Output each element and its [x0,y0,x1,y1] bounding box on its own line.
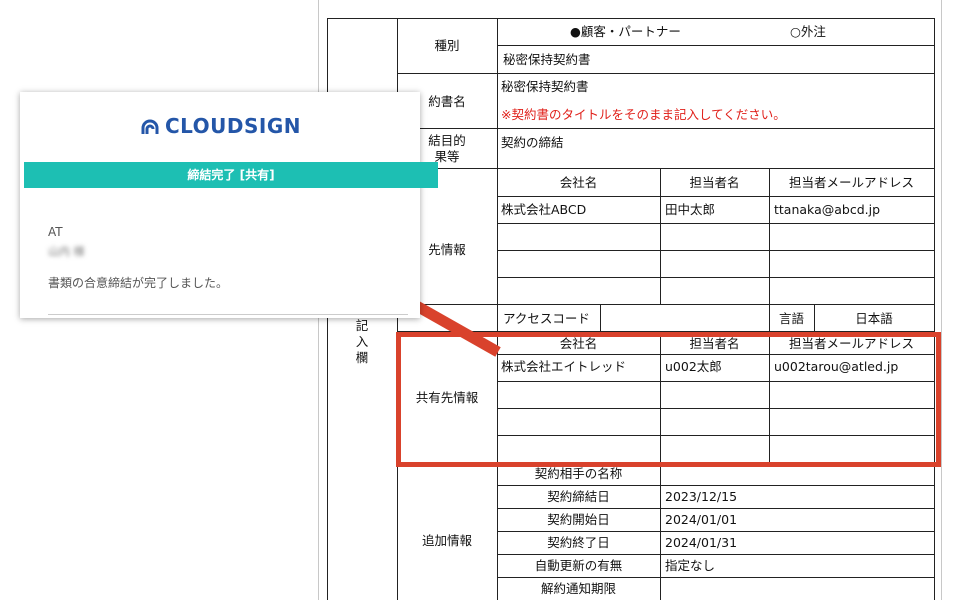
type-value: 秘密保持契約書 [503,52,591,67]
partner-header-email: 担当者メールアドレス [788,175,914,190]
additional-row-value: 2023/12/15 [665,489,738,504]
additional-row-label: 契約相手の名称 [534,466,623,481]
share-label: 共有先情報 [415,390,479,405]
contract-name-note: ※契約書のタイトルをそのまま記入してください。 [501,107,786,122]
recipient-initials: AT [48,225,63,239]
additional-row-label: 自動更新の有無 [534,558,623,573]
additional-row-label: 契約終了日 [547,535,610,550]
additional-row-label: 契約開始日 [547,512,610,527]
access-code-label: アクセスコード [503,311,590,326]
purpose-value: 契約の締結 [501,135,564,150]
status-banner: 締結完了 [共有] [24,162,438,188]
language-value: 日本語 [855,311,893,326]
radio-customer-partner[interactable]: ●顧客・パートナー [570,24,681,40]
recipient-name: 山内 様 [48,245,85,258]
partner-header-company: 会社名 [559,175,598,190]
share-row-person: u002太郎 [665,359,722,374]
share-header-company: 会社名 [559,336,598,351]
additional-row-value: 指定なし [665,558,716,573]
share-row-email: u002tarou@atled.jp [774,359,899,374]
section-label-2: 入 [355,334,369,349]
share-header-email: 担当者メールアドレス [788,336,914,351]
section-label-1: 記 [355,318,369,333]
access-code-field[interactable] [601,305,769,330]
divider [48,314,408,315]
language-label: 言語 [778,311,804,326]
partner-row-person: 田中太郎 [665,202,716,217]
completion-message: 書類の合意締結が完了しました。 [48,276,229,290]
additional-row-value: 2024/01/31 [665,535,738,550]
additional-row-value: 2024/01/01 [665,512,738,527]
cloudsign-logo: CLOUDSIGN [20,114,420,138]
radio-outsource[interactable]: ○外注 [790,24,826,40]
type-label: 種別 [434,38,460,53]
additional-row-label: 解約通知期限 [540,581,616,596]
partner-row-email: ttanaka@abcd.jp [774,202,881,217]
share-header-person: 担当者名 [689,336,740,351]
partner-header-person: 担当者名 [689,175,740,190]
partner-row-company: 株式会社ABCD [501,202,587,217]
cloud-icon [141,119,159,134]
share-row-company: 株式会社エイトレッド [501,359,627,374]
additional-label: 追加情報 [421,533,472,548]
additional-row-label: 契約締結日 [547,489,610,504]
section-label-3: 欄 [355,350,369,365]
cloudsign-email-popup: CLOUDSIGN 締結完了 [共有] AT 山内 様 書類の合意締結が完了しま… [20,92,438,318]
contract-name-value: 秘密保持契約書 [501,79,589,94]
logo-text: CLOUDSIGN [164,114,302,138]
